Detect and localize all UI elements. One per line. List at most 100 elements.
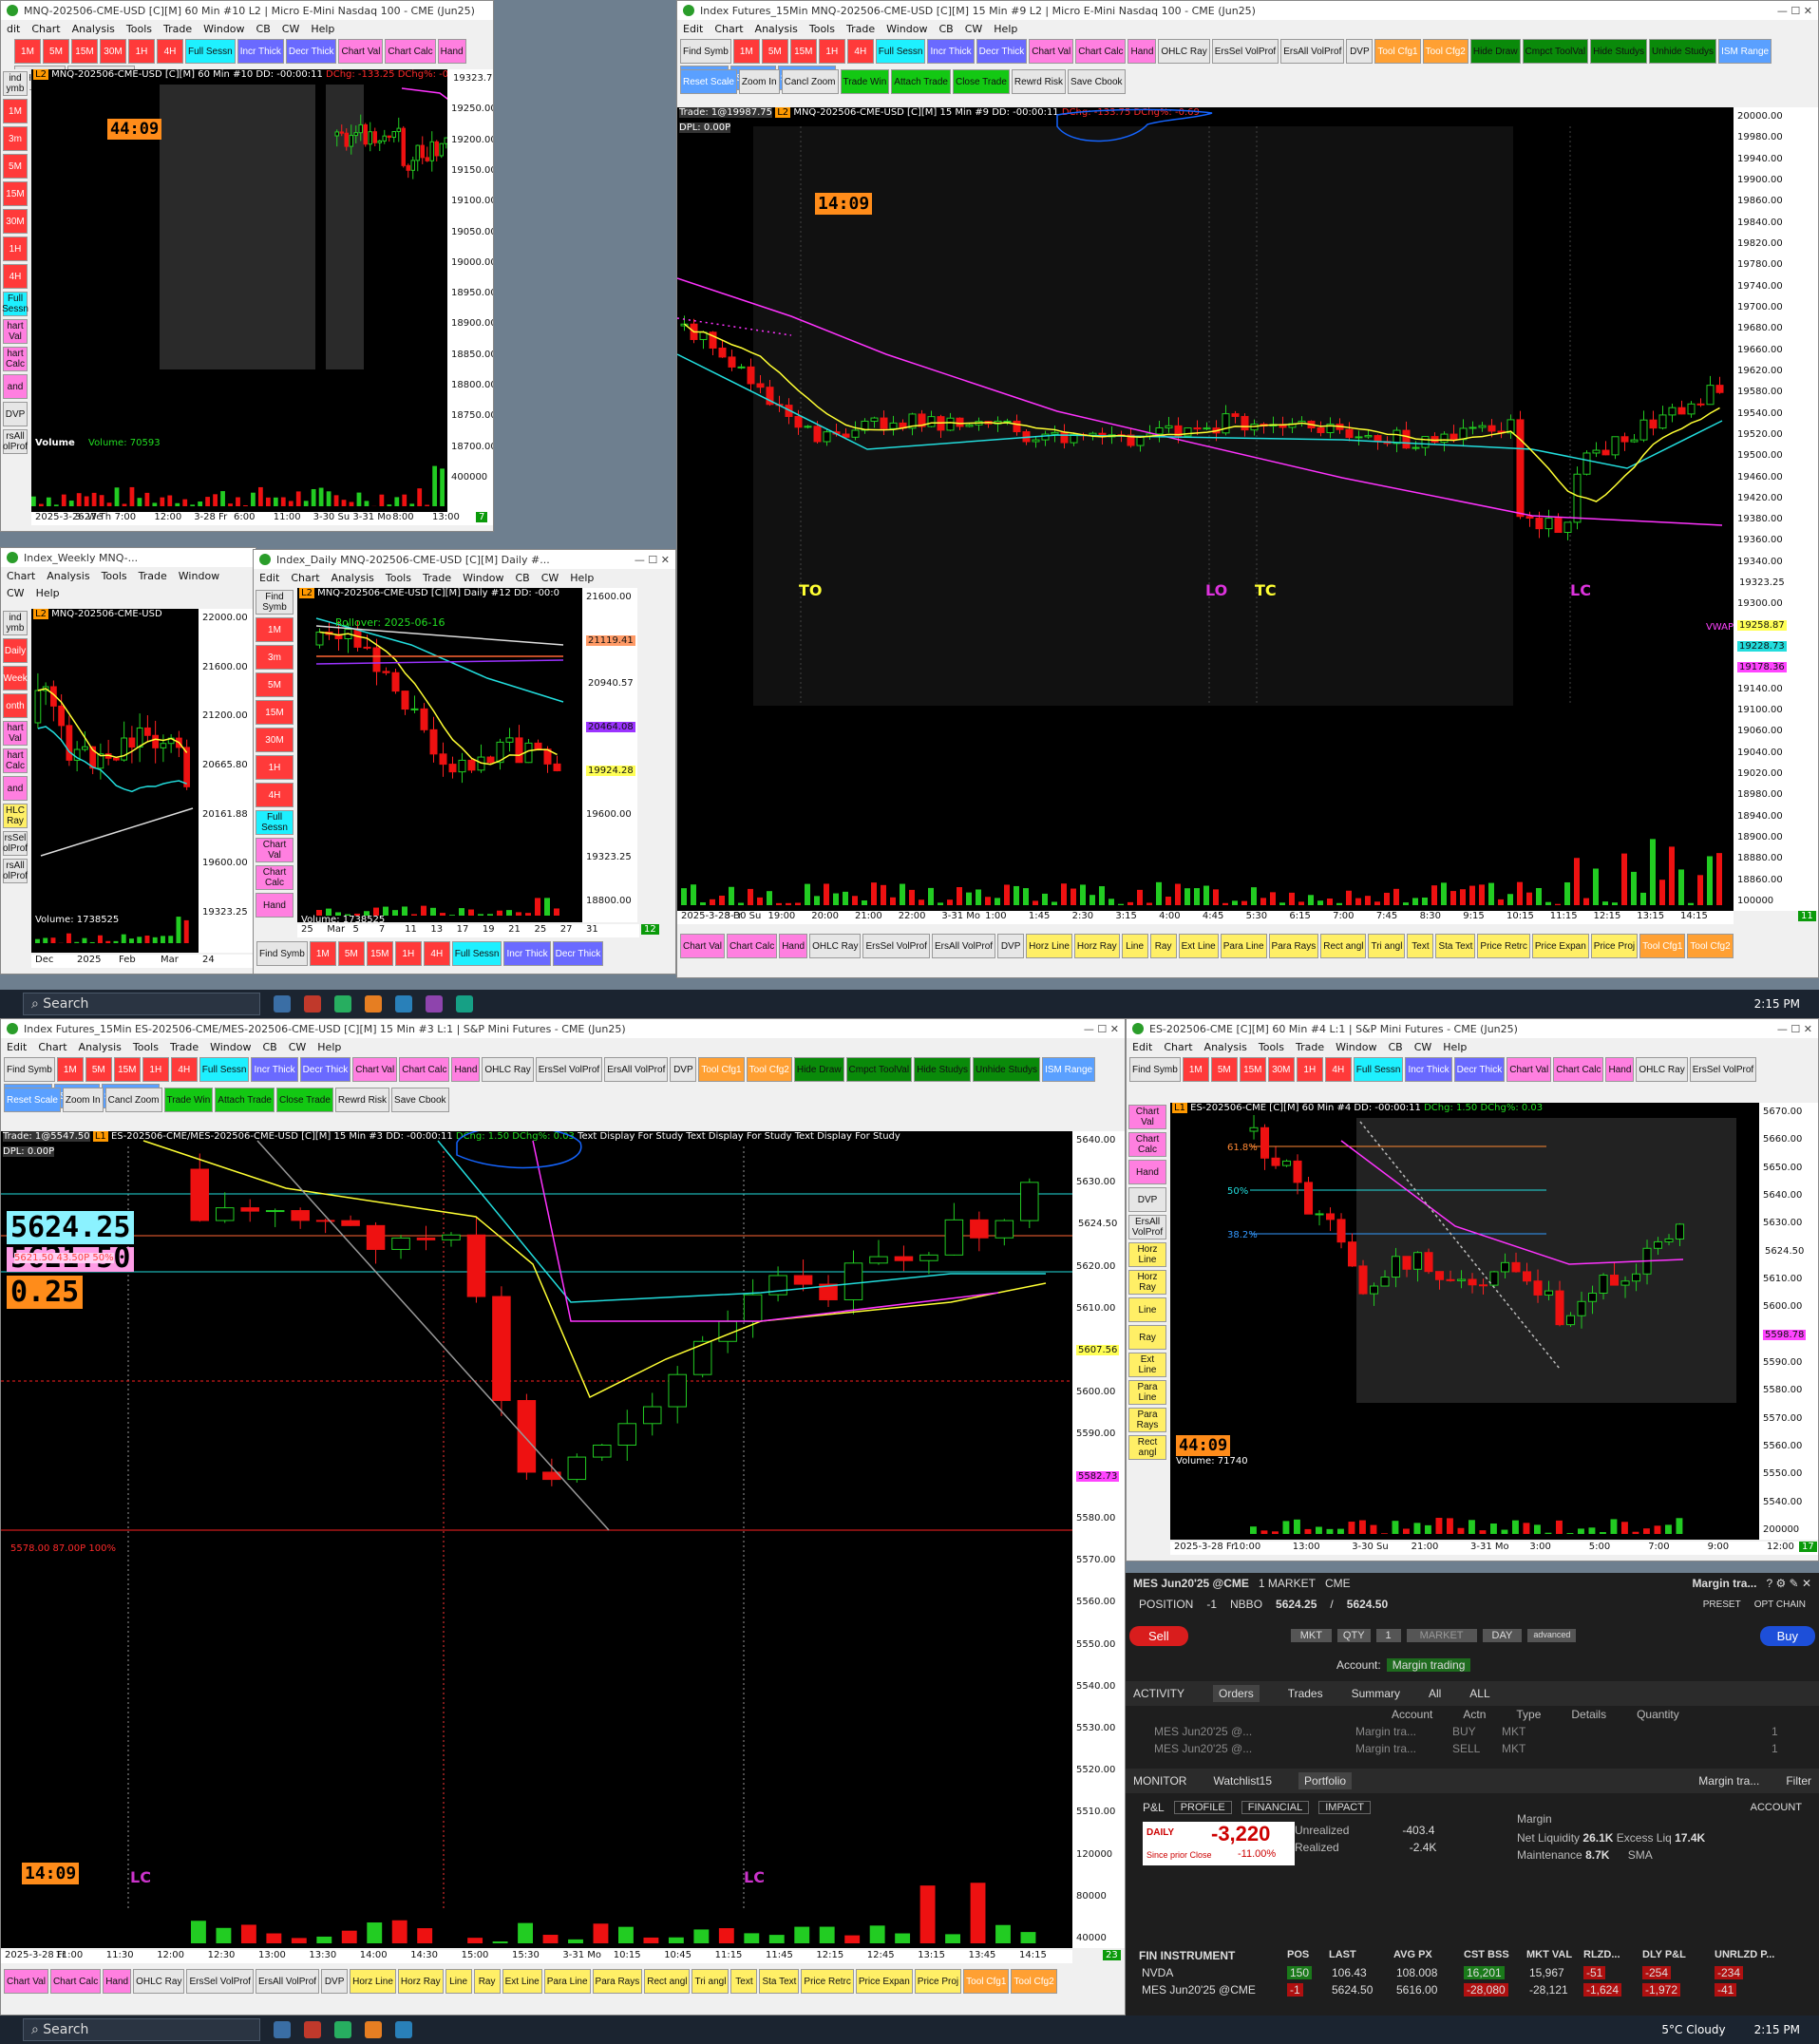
1h-button[interactable]: 1H [128, 39, 155, 64]
1m-button[interactable]: 1M [256, 617, 294, 642]
1m-button[interactable]: 1M [3, 99, 28, 123]
hand-button[interactable]: Hand [451, 1057, 481, 1082]
decr-thick-button[interactable]: Decr Thick [285, 39, 337, 64]
menu-tools[interactable]: Tools [386, 572, 411, 584]
window-controls[interactable]: — ☐ ✕ [625, 554, 670, 566]
para-rays-button[interactable]: Para Rays [592, 1969, 643, 1994]
week-button[interactable]: Week [3, 666, 28, 691]
4h-button[interactable]: 4H [256, 783, 294, 807]
line-button[interactable]: Line [1128, 1297, 1166, 1322]
dvp-button[interactable]: DVP [997, 934, 1025, 958]
menu-cw[interactable]: CW [289, 1041, 307, 1053]
mnq-60min-chart[interactable]: L2 MNQ-202506-CME-USD [C][M] 60 Min #10 … [31, 69, 485, 525]
4h-button[interactable]: 4H [1324, 1057, 1352, 1082]
hand-button[interactable]: Hand [779, 934, 808, 958]
incr-thick-button[interactable]: Incr Thick [927, 39, 975, 64]
unhide-studys-button[interactable]: Unhide Studys [973, 1057, 1041, 1082]
menu-analysis[interactable]: Analysis [47, 570, 89, 582]
tool-cfg1-button[interactable]: Tool Cfg1 [963, 1969, 1010, 1994]
para-rays-button[interactable]: Para Rays [1268, 934, 1319, 958]
order-row[interactable]: MES Jun20'25 @... Margin tra... BUY MKT 1 [1126, 1723, 1819, 1740]
order-col[interactable]: Actn [1463, 1708, 1486, 1721]
menu-trade[interactable]: Trade [423, 572, 451, 584]
portfolio-col[interactable]: FIN INSTRUMENT [1139, 1949, 1235, 1962]
1h-button[interactable]: 1H [256, 755, 294, 780]
hide-studys-button[interactable]: Hide Studys [914, 1057, 972, 1082]
menu-cb[interactable]: CB [938, 23, 953, 35]
ohlc-ray-button[interactable]: OHLC Ray [482, 1057, 534, 1082]
trade-win-button[interactable]: Trade Win [163, 1088, 214, 1112]
window-controls[interactable]: — ☐ ✕ [1768, 1023, 1812, 1035]
menu-cw[interactable]: CW [282, 23, 300, 35]
portfolio-col[interactable]: CST BSS [1464, 1949, 1509, 1960]
order-row[interactable]: MES Jun20'25 @... Margin tra... SELL MKT 1 [1126, 1740, 1819, 1757]
price-axis[interactable]: 19323.75 19250.00 19200.00 19150.00 19100.00… [447, 69, 493, 525]
decr-thick-button[interactable]: Decr Thick [976, 39, 1028, 64]
chart-calc-button[interactable]: Chart Calc [385, 39, 436, 64]
chart-calc-button[interactable]: Chart Calc [1553, 1057, 1604, 1082]
chart-val-button[interactable]: Chart Val [338, 39, 384, 64]
rsall-olprof-button[interactable]: rsAll olProf [3, 859, 28, 883]
ohlc-ray-button[interactable]: OHLC Ray [133, 1969, 185, 1994]
chart-val-button[interactable]: Chart Val [1506, 1057, 1552, 1082]
tab-all[interactable]: All [1429, 1687, 1441, 1700]
menu-chart[interactable]: Chart [714, 23, 743, 35]
order-type-select[interactable]: MKT [1290, 1629, 1332, 1642]
price-proj-button[interactable]: Price Proj [1590, 934, 1639, 958]
cancl-zoom-button[interactable]: Cancl Zoom [781, 69, 839, 94]
menu-help[interactable]: Help [311, 23, 334, 35]
close-trade-button[interactable]: Close Trade [952, 69, 1010, 94]
full-sessn-button[interactable]: Full Sessn [451, 941, 502, 966]
menu-help[interactable]: Help [317, 1041, 341, 1053]
rect-angl-button[interactable]: Rect angl [644, 1969, 691, 1994]
market-field[interactable]: MARKET [1406, 1629, 1477, 1642]
hart-val-button[interactable]: hart Val [3, 721, 28, 746]
menu-tools[interactable]: Tools [126, 23, 152, 35]
reset-scale-button[interactable]: Reset Scale [4, 1088, 61, 1112]
portfolio-col[interactable]: RLZD... [1583, 1949, 1620, 1960]
trade-win-button[interactable]: Trade Win [840, 69, 890, 94]
5m-button[interactable]: 5M [761, 39, 788, 64]
horz-line-button[interactable]: Horz Line [1128, 1242, 1166, 1267]
15m-button[interactable]: 15M [113, 1057, 141, 1082]
mnq-60min-titlebar[interactable]: MNQ-202506-CME-USD [C][M] 60 Min #10 L2 … [1, 1, 493, 20]
price-axis[interactable]: 20000.00 19980.00 19940.00 19900.00 19860.00… [1734, 107, 1818, 911]
menu-trade[interactable]: Trade [139, 570, 167, 582]
erssel-volprof-button[interactable]: ErsSel VolProf [186, 1969, 254, 1994]
tool-cfg1-button[interactable]: Tool Cfg1 [1374, 39, 1421, 64]
5m-button[interactable]: 5M [43, 39, 69, 64]
chart-val-button[interactable]: Chart Val [4, 1969, 48, 1994]
app-icon[interactable] [456, 995, 473, 1013]
unhide-studys-button[interactable]: Unhide Studys [1649, 39, 1717, 64]
menu-edit[interactable]: Edit [7, 1041, 27, 1053]
hand-button[interactable]: Hand [1605, 1057, 1635, 1082]
price-expan-button[interactable]: Price Expan [855, 1969, 913, 1994]
ism-range-button[interactable]: ISM Range [1042, 1057, 1096, 1082]
menu-window[interactable]: Window [179, 570, 219, 582]
5m-button[interactable]: 5M [256, 672, 294, 697]
profile-button[interactable]: PROFILE [1173, 1801, 1232, 1814]
app-icon[interactable] [365, 995, 382, 1013]
menu-analysis[interactable]: Analysis [1204, 1041, 1247, 1053]
rewrd-risk-button[interactable]: Rewrd Risk [334, 1088, 390, 1112]
onth-button[interactable]: onth [3, 693, 28, 718]
para-line-button[interactable]: Para Line [543, 1969, 591, 1994]
incr-thick-button[interactable]: Incr Thick [1405, 1057, 1452, 1082]
portfolio-row[interactable]: NVDA 150 106.43 108.008 16,201 15,967 -51 -254 -… [1139, 1966, 1815, 1983]
hart-val-button[interactable]: hart Val [3, 319, 28, 344]
horz-ray-button[interactable]: Horz Ray [397, 1969, 444, 1994]
menu-chart[interactable]: Chart [31, 23, 60, 35]
app-icon[interactable] [274, 2021, 291, 2038]
tri-angl-button[interactable]: Tri angl [692, 1969, 729, 1994]
preset-button[interactable]: PRESET [1703, 1599, 1741, 1610]
chart-val-button[interactable]: Chart Val [1128, 1105, 1166, 1129]
hand-button[interactable]: Hand [256, 893, 294, 918]
chart-val-button[interactable]: Chart Val [680, 934, 725, 958]
hand-button[interactable]: Hand [1128, 1160, 1166, 1184]
menu-cb[interactable]: CB [256, 23, 271, 35]
menu-analysis[interactable]: Analysis [72, 23, 115, 35]
full-sessn-button[interactable]: Full Sessn [199, 1057, 250, 1082]
menu-chart[interactable]: Chart [1164, 1041, 1192, 1053]
hide-draw-button[interactable]: Hide Draw [793, 1057, 844, 1082]
taskbar-search[interactable]: ⌕ Search [23, 2018, 260, 2041]
